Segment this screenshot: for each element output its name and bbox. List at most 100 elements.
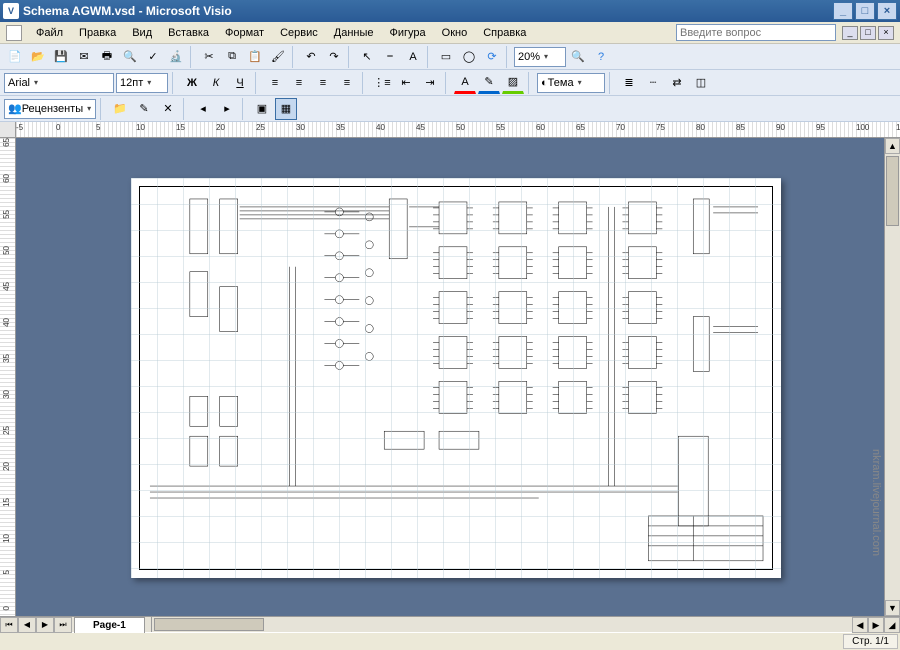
paste-button[interactable]: 📋 [244, 46, 266, 68]
reviewers-select[interactable]: 👥 Рецензенты▾ [4, 99, 96, 119]
font-size-select[interactable]: 12пт▾ [116, 73, 168, 93]
menu-edit[interactable]: Правка [71, 25, 124, 41]
theme-select[interactable]: ◐ Тема▾ [537, 73, 605, 93]
bullets-button[interactable]: ⋮≡ [371, 72, 393, 94]
horizontal-scroll-thumb[interactable] [154, 618, 264, 631]
schematic-diagram [140, 187, 772, 570]
text-tool-button[interactable]: A [402, 46, 424, 68]
delete-comment-button[interactable]: ✕ [157, 98, 179, 120]
formatting-toolbar: Arial▾ 12пт▾ Ж К Ч ≡ ≡ ≡ ≡ ⋮≡ ⇤ ⇥ A ✎ ▨ … [0, 70, 900, 96]
line-ends-button[interactable]: ⇄ [666, 72, 688, 94]
new-comment-button[interactable]: 📁 [109, 98, 131, 120]
tab-next-button[interactable]: ▶ [36, 617, 54, 633]
pointer-tool-button[interactable]: ↖ [356, 46, 378, 68]
scroll-left-button[interactable]: ◀ [852, 617, 868, 633]
ellipse-tool-button[interactable]: ◯ [458, 46, 480, 68]
help-button[interactable]: ? [590, 46, 612, 68]
undo-button[interactable]: ↶ [300, 46, 322, 68]
copy-button[interactable]: ⧉ [221, 46, 243, 68]
menu-format[interactable]: Формат [217, 25, 272, 41]
ruler-corner [0, 122, 16, 137]
connector-tool-button[interactable]: ⎯ [379, 46, 401, 68]
track-markup-button[interactable]: ▣ [251, 98, 273, 120]
close-button[interactable]: × [877, 2, 897, 20]
align-left-button[interactable]: ≡ [264, 72, 286, 94]
spelling-button[interactable]: ✓ [142, 46, 164, 68]
font-family-select[interactable]: Arial▾ [4, 73, 114, 93]
decrease-indent-button[interactable]: ⇤ [395, 72, 417, 94]
zoom-select[interactable]: 20%▾ [514, 47, 566, 67]
open-button[interactable]: 📂 [27, 46, 49, 68]
minimize-button[interactable]: _ [833, 2, 853, 20]
drawing-page[interactable] [131, 178, 781, 578]
status-page-indicator: Стр. 1/1 [843, 634, 898, 649]
line-pattern-button[interactable]: ┄ [642, 72, 664, 94]
app-icon: V [3, 3, 19, 19]
format-painter-button[interactable]: 🖌 [267, 46, 289, 68]
new-button[interactable]: 📄 [4, 46, 26, 68]
justify-button[interactable]: ≡ [336, 72, 358, 94]
print-preview-button[interactable]: 🔍 [119, 46, 141, 68]
standard-toolbar: 📄 📂 💾 ✉ 🖶 🔍 ✓ 🔬 ✂ ⧉ 📋 🖌 ↶ ↷ ↖ ⎯ A ▭ ◯ ⟳ … [0, 44, 900, 70]
vertical-scrollbar[interactable]: ▲ ▼ [884, 138, 900, 616]
drawing-canvas[interactable]: nkram.livejournal.com [16, 138, 884, 616]
scroll-up-button[interactable]: ▲ [885, 138, 900, 154]
tab-last-button[interactable]: ⏭ [54, 617, 72, 633]
underline-button[interactable]: Ч [229, 72, 251, 94]
horizontal-scroll-row: ⏮ ◀ ▶ ⏭ Page-1 ◀ ▶ ◢ [0, 616, 900, 632]
save-button[interactable]: 💾 [50, 46, 72, 68]
menu-insert[interactable]: Вставка [160, 25, 217, 41]
statusbar: Стр. 1/1 [0, 632, 900, 650]
document-icon [6, 25, 22, 41]
reviewing-toolbar: 👥 Рецензенты▾ 📁 ✎ ✕ ◂ ▸ ▣ ▦ [0, 96, 900, 122]
font-color-button[interactable]: A [454, 72, 476, 94]
tab-first-button[interactable]: ⏮ [0, 617, 18, 633]
align-right-button[interactable]: ≡ [312, 72, 334, 94]
research-button[interactable]: 🔬 [165, 46, 187, 68]
next-comment-button[interactable]: ▸ [216, 98, 238, 120]
page-tab[interactable]: Page-1 [74, 617, 145, 633]
menu-view[interactable]: Вид [124, 25, 160, 41]
align-center-button[interactable]: ≡ [288, 72, 310, 94]
email-button[interactable]: ✉ [73, 46, 95, 68]
bold-button[interactable]: Ж [181, 72, 203, 94]
menu-tools[interactable]: Сервис [272, 25, 326, 41]
redo-button[interactable]: ↷ [323, 46, 345, 68]
drawing-frame [139, 186, 773, 570]
sizegrip[interactable]: ◢ [884, 617, 900, 633]
tab-prev-button[interactable]: ◀ [18, 617, 36, 633]
line-weight-button[interactable]: ≣ [618, 72, 640, 94]
line-color-button[interactable]: ✎ [478, 72, 500, 94]
zoom-button[interactable]: 🔍 [567, 46, 589, 68]
rotate-button[interactable]: ⟳ [481, 46, 503, 68]
fill-color-button[interactable]: ▨ [502, 72, 524, 94]
menu-help[interactable]: Справка [475, 25, 534, 41]
vertical-ruler: 65605550454035302520151050 [0, 138, 16, 616]
edit-comment-button[interactable]: ✎ [133, 98, 155, 120]
cut-button[interactable]: ✂ [198, 46, 220, 68]
restore-button[interactable]: □ [855, 2, 875, 20]
corner-rounding-button[interactable]: ◫ [690, 72, 712, 94]
print-button[interactable]: 🖶 [96, 46, 118, 68]
horizontal-ruler: -505101520253035404550556065707580859095… [0, 122, 900, 138]
italic-button[interactable]: К [205, 72, 227, 94]
horizontal-scrollbar[interactable] [151, 617, 852, 632]
scroll-down-button[interactable]: ▼ [885, 600, 900, 616]
child-minimize-button[interactable]: _ [842, 26, 858, 40]
help-search-input[interactable] [676, 24, 836, 41]
scroll-right-button[interactable]: ▶ [868, 617, 884, 633]
increase-indent-button[interactable]: ⇥ [419, 72, 441, 94]
vertical-scroll-thumb[interactable] [886, 156, 899, 226]
menubar: Файл Правка Вид Вставка Формат Сервис Да… [0, 22, 900, 44]
rectangle-tool-button[interactable]: ▭ [435, 46, 457, 68]
watermark: nkram.livejournal.com [870, 449, 882, 556]
ink-button[interactable]: ▦ [275, 98, 297, 120]
child-restore-button[interactable]: □ [860, 26, 876, 40]
previous-comment-button[interactable]: ◂ [192, 98, 214, 120]
menu-window[interactable]: Окно [434, 25, 476, 41]
menu-data[interactable]: Данные [326, 25, 382, 41]
titlebar: V Schema AGWM.vsd - Microsoft Visio _ □ … [0, 0, 900, 22]
menu-file[interactable]: Файл [28, 25, 71, 41]
child-close-button[interactable]: × [878, 26, 894, 40]
menu-shape[interactable]: Фигура [382, 25, 434, 41]
